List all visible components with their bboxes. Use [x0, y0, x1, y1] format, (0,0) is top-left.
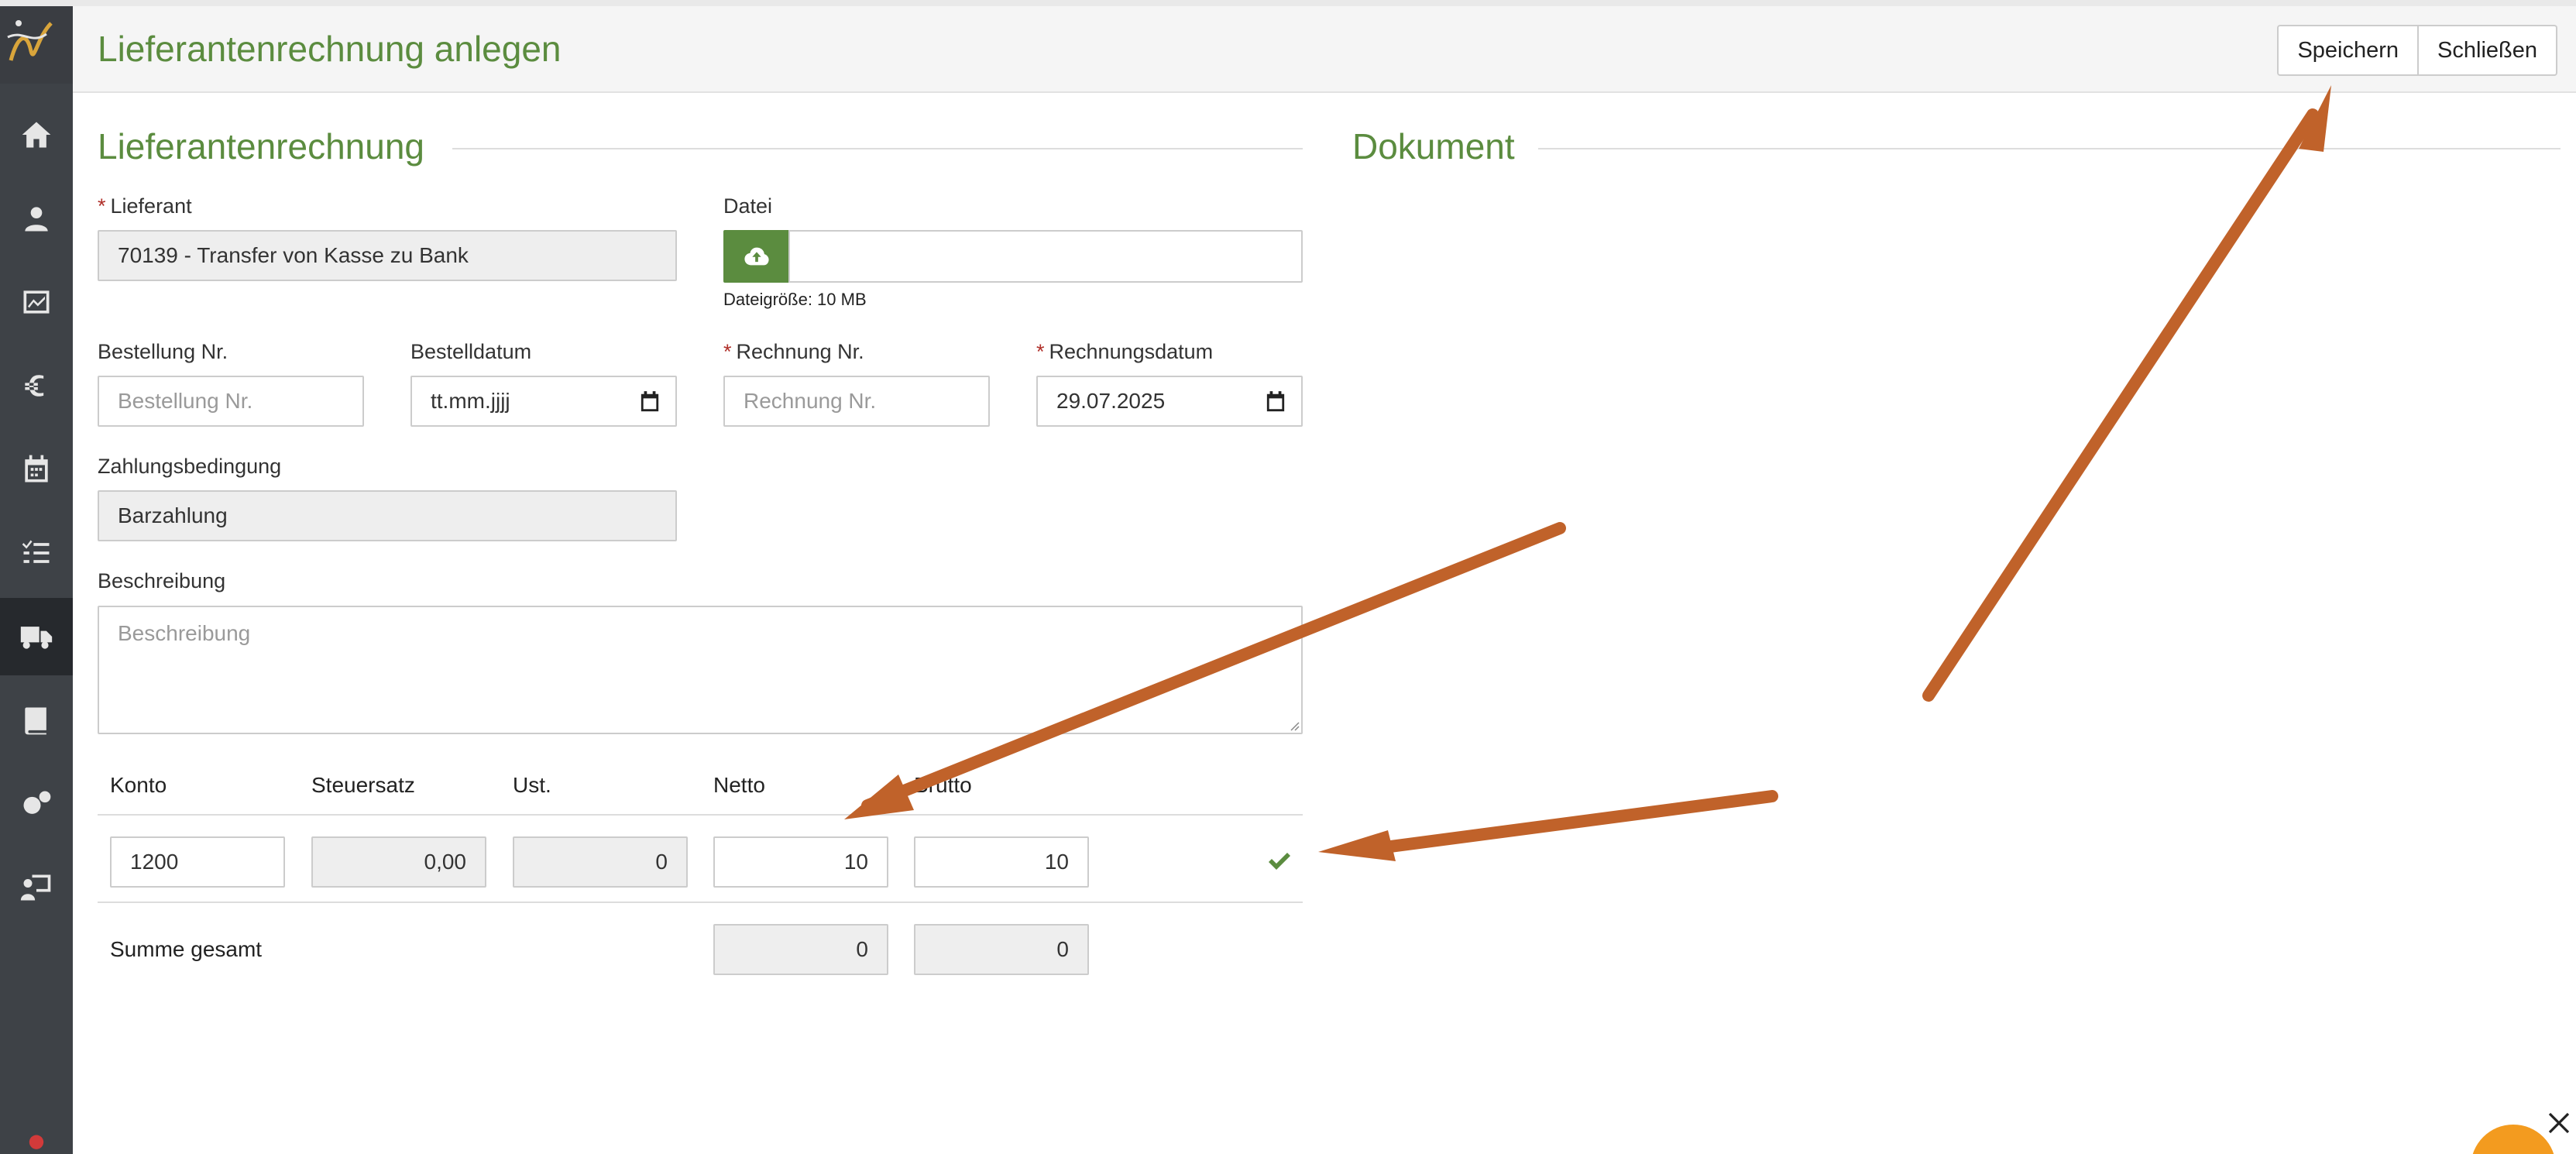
file-input[interactable] — [788, 230, 1303, 283]
save-button[interactable]: Speichern — [2277, 25, 2420, 76]
resize-grip-icon[interactable] — [1287, 719, 1300, 731]
settings-icon[interactable] — [0, 765, 73, 843]
arrow-to-save — [1922, 108, 2319, 702]
supplier-label: * Lieferant — [98, 194, 192, 218]
total-net-value: 0 — [856, 937, 868, 961]
supplier-label-text: Lieferant — [110, 194, 192, 218]
check-icon[interactable] — [1267, 850, 1292, 872]
close-icon[interactable] — [2548, 1112, 2570, 1134]
payment-terms-value: Barzahlung — [118, 503, 228, 527]
page-title: Lieferantenrechnung anlegen — [98, 29, 562, 69]
required-marker: * — [1036, 340, 1045, 363]
required-marker: * — [723, 340, 732, 363]
col-header-gross: Brutto — [914, 773, 972, 797]
arrowhead — [2299, 85, 2331, 152]
table-header-divider — [98, 814, 1303, 816]
col-header-tax-rate: Steuersatz — [311, 773, 415, 797]
description-label: Beschreibung — [98, 569, 226, 592]
order-date-input[interactable]: tt.mm.jjjj — [410, 376, 677, 427]
arrowhead — [844, 774, 914, 819]
invoice-no-input[interactable]: Rechnung Nr. — [723, 376, 990, 427]
payment-terms-label: Zahlungsbedingung — [98, 455, 282, 478]
file-size-hint: Dateigröße: 10 MB — [723, 290, 867, 309]
calendar-picker-icon[interactable] — [640, 391, 660, 413]
section-title-invoice: Lieferantenrechnung — [98, 126, 424, 167]
gross-value: 10 — [1044, 850, 1069, 874]
calendar-icon[interactable] — [0, 431, 73, 508]
invoice-date-label: * Rechnungsdatum — [1036, 340, 1213, 364]
contacts-icon[interactable] — [0, 180, 73, 257]
header-buttons: Speichern Schließen — [2277, 25, 2557, 76]
book-icon[interactable] — [0, 682, 73, 759]
annotation-arrows — [844, 85, 2331, 861]
section-divider — [1538, 148, 2561, 149]
truck-icon[interactable] — [0, 598, 73, 675]
file-label: Datei — [723, 194, 773, 218]
tax-rate-value: 0,00 — [424, 850, 467, 874]
logo-icon[interactable] — [0, 6, 73, 84]
close-button[interactable]: Schließen — [2419, 25, 2557, 76]
account-input[interactable]: 1200 — [110, 836, 285, 888]
top-bar — [0, 0, 2576, 6]
col-header-account: Konto — [110, 773, 167, 797]
tax-rate-field[interactable]: 0,00 — [311, 836, 486, 888]
sidebar — [0, 6, 73, 1154]
user-icon[interactable] — [0, 1109, 73, 1154]
tasks-icon[interactable] — [0, 514, 73, 592]
total-net-field: 0 — [713, 924, 888, 975]
dashboard-icon[interactable] — [0, 263, 73, 341]
invoice-no-placeholder: Rechnung Nr. — [744, 389, 877, 413]
page-header: Lieferantenrechnung anlegen Speichern Sc… — [73, 6, 2576, 93]
cloud-upload-icon — [744, 247, 769, 266]
invoice-date-label-text: Rechnungsdatum — [1049, 340, 1214, 363]
supplier-field[interactable]: 70139 - Transfer von Kasse zu Bank — [98, 230, 677, 281]
description-textarea[interactable]: Beschreibung — [98, 606, 1303, 734]
required-marker: * — [98, 194, 106, 218]
total-gross-value: 0 — [1056, 937, 1069, 961]
order-no-placeholder: Bestellung Nr. — [118, 389, 253, 413]
arrowhead — [1318, 830, 1396, 861]
calendar-picker-icon[interactable] — [1266, 391, 1286, 413]
order-date-value: tt.mm.jjjj — [431, 389, 510, 413]
arrow-to-check — [1372, 790, 1778, 854]
net-input[interactable]: 10 — [713, 836, 888, 888]
section-title-document: Dokument — [1352, 126, 1515, 167]
invoice-no-label: * Rechnung Nr. — [723, 340, 864, 364]
account-value: 1200 — [130, 850, 179, 874]
invoice-date-input[interactable]: 29.07.2025 — [1036, 376, 1303, 427]
table-row-divider — [98, 902, 1303, 903]
section-divider — [452, 148, 1303, 149]
description-placeholder: Beschreibung — [118, 621, 251, 645]
net-value: 10 — [843, 850, 868, 874]
col-header-net: Netto — [713, 773, 765, 797]
vat-value: 0 — [655, 850, 668, 874]
payment-terms-field[interactable]: Barzahlung — [98, 490, 677, 541]
presentation-icon[interactable] — [0, 849, 73, 926]
upload-button[interactable] — [723, 230, 790, 283]
gross-input[interactable]: 10 — [914, 836, 1089, 888]
total-gross-field: 0 — [914, 924, 1089, 975]
euro-icon[interactable] — [0, 347, 73, 424]
order-date-label: Bestelldatum — [410, 340, 532, 363]
col-header-vat: Ust. — [513, 773, 551, 797]
order-no-label: Bestellung Nr. — [98, 340, 228, 363]
supplier-value: 70139 - Transfer von Kasse zu Bank — [118, 243, 469, 267]
chat-widget[interactable] — [2471, 1125, 2556, 1154]
total-label: Summe gesamt — [110, 937, 263, 961]
vat-field: 0 — [513, 836, 688, 888]
invoice-no-label-text: Rechnung Nr. — [736, 340, 864, 363]
home-icon[interactable] — [0, 96, 73, 173]
invoice-date-value: 29.07.2025 — [1056, 389, 1166, 413]
order-no-input[interactable]: Bestellung Nr. — [98, 376, 364, 427]
